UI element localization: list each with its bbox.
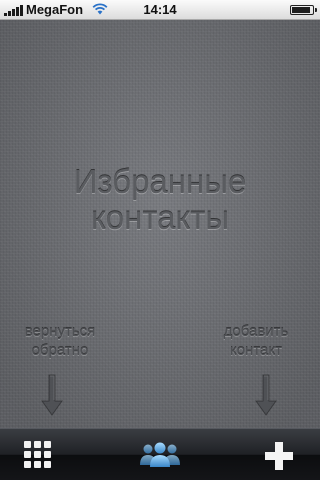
- status-bar: MegaFon 14:14: [0, 0, 320, 20]
- status-time: 14:14: [143, 2, 177, 17]
- back-menu-button[interactable]: [6, 429, 70, 480]
- title-line: контакты: [90, 199, 230, 236]
- grid-menu-icon: [24, 441, 51, 468]
- add-contact-button[interactable]: [248, 429, 312, 480]
- hint-add-contact: добавить контакт: [206, 322, 306, 360]
- plus-icon: [265, 442, 293, 470]
- battery-icon: [290, 5, 317, 15]
- favorites-empty-view: Избранные контакты вернуться обратно доб…: [0, 20, 320, 428]
- hint-go-back: вернуться обратно: [10, 322, 110, 360]
- battery-level: [292, 7, 310, 13]
- arrow-down-icon: [41, 374, 63, 416]
- hint-line: добавить: [223, 323, 289, 340]
- arrow-down-icon: [255, 374, 277, 416]
- bottom-toolbar: [0, 428, 320, 480]
- title-line: Избранные: [73, 163, 247, 200]
- contacts-group-icon: [140, 442, 180, 467]
- page-title: Избранные контакты: [0, 164, 320, 236]
- contacts-button[interactable]: [128, 429, 192, 480]
- hint-line: обратно: [31, 342, 89, 359]
- hint-line: вернуться: [24, 323, 96, 340]
- hint-line: контакт: [229, 342, 282, 359]
